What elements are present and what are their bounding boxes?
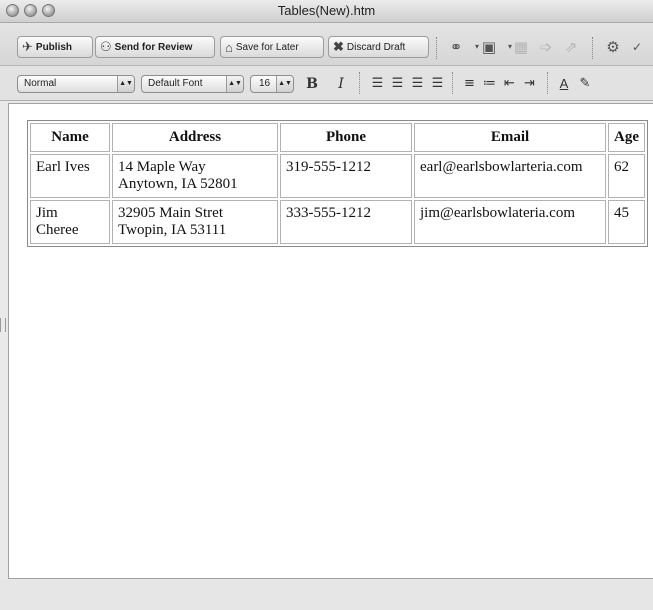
chevron-updown-icon: ▲▼ <box>276 76 293 92</box>
save-later-label: Save for Later <box>235 41 299 53</box>
header-address[interactable]: Address <box>112 123 278 152</box>
outdent-icon[interactable]: ⇤ <box>501 74 518 94</box>
arrow-right-icon[interactable]: ➩ <box>535 37 557 57</box>
discard-label: Discard Draft <box>346 41 406 53</box>
italic-button[interactable]: I <box>334 74 348 94</box>
address-line: Twopin, IA 53111 <box>118 222 227 238</box>
cell-address[interactable]: 32905 Main Stret Twopin, IA 53111 <box>112 200 278 244</box>
share-icon[interactable]: ⇗ <box>560 37 582 57</box>
cell-email[interactable]: jim@earlsbowlateria.com <box>414 200 606 244</box>
toolbar-separator <box>547 72 550 94</box>
chevron-updown-icon: ▲▼ <box>117 76 134 92</box>
font-color-button[interactable]: A <box>556 74 572 94</box>
cell-age[interactable]: 62 <box>608 154 645 198</box>
cell-phone[interactable]: 319-555-1212 <box>280 154 412 198</box>
toolbar-separator <box>452 72 455 94</box>
table-header-row: Name Address Phone Email Age <box>30 123 645 152</box>
cell-age[interactable]: 45 <box>608 200 645 244</box>
font-size-value: 16 <box>259 78 271 89</box>
window-title: Tables(New).htm <box>277 3 376 18</box>
send-review-label: Send for Review <box>114 41 193 53</box>
paragraph-style-value: Normal <box>24 78 57 89</box>
publish-label: Publish <box>35 41 73 53</box>
table-row: Earl Ives 14 Maple Way Anytown, IA 52801 … <box>30 154 645 198</box>
resize-grip[interactable] <box>0 318 6 332</box>
address-line: 14 Maple Way <box>118 159 206 175</box>
status-bar <box>0 580 653 610</box>
save-for-later-button[interactable]: ⌂ Save for Later <box>220 36 324 58</box>
header-email[interactable]: Email <box>414 123 606 152</box>
cell-name[interactable]: Jim Cheree <box>30 200 110 244</box>
address-line: 32905 Main Stret <box>118 205 223 221</box>
align-left-icon[interactable]: ☰ <box>369 74 386 94</box>
format-toolbar: Normal ▲▼ Default Font ▲▼ 16 ▲▼ B I ☰ ☰ … <box>0 66 653 101</box>
chevron-updown-icon: ▲▼ <box>226 76 243 92</box>
indent-icon[interactable]: ⇥ <box>521 74 538 94</box>
header-name[interactable]: Name <box>30 123 110 152</box>
document-editor[interactable]: Name Address Phone Email Age Earl Ives 1… <box>8 103 653 579</box>
send-for-review-button[interactable]: ⚇ Send for Review <box>95 36 215 58</box>
toolbar-separator <box>592 37 595 59</box>
data-table[interactable]: Name Address Phone Email Age Earl Ives 1… <box>27 120 648 247</box>
cell-name[interactable]: Earl Ives <box>30 154 110 198</box>
image-icon[interactable]: ▣ <box>478 37 500 57</box>
font-family-value: Default Font <box>148 78 203 89</box>
discard-icon: ✖ <box>333 39 344 54</box>
align-right-icon[interactable]: ☰ <box>409 74 426 94</box>
cell-phone[interactable]: 333-555-1212 <box>280 200 412 244</box>
save-later-icon: ⌂ <box>225 39 233 55</box>
table-icon[interactable]: ▦ <box>510 37 532 57</box>
header-phone[interactable]: Phone <box>280 123 412 152</box>
cell-email[interactable]: earl@earlsbowlarteria.com <box>414 154 606 198</box>
main-toolbar: ✈ Publish ⚇ Send for Review ⌂ Save for L… <box>0 23 653 66</box>
name-line: Jim <box>36 205 58 221</box>
font-size-select[interactable]: 16 ▲▼ <box>250 75 294 93</box>
toolbar-separator <box>436 37 439 59</box>
publish-icon: ✈ <box>22 39 33 54</box>
send-review-icon: ⚇ <box>100 39 112 54</box>
numbered-list-icon[interactable]: ≡ <box>461 74 478 94</box>
address-line: Anytown, IA 52801 <box>118 176 238 192</box>
align-justify-icon[interactable]: ☰ <box>429 74 446 94</box>
align-center-icon[interactable]: ☰ <box>389 74 406 94</box>
publish-button[interactable]: ✈ Publish <box>17 36 93 58</box>
cell-address[interactable]: 14 Maple Way Anytown, IA 52801 <box>112 154 278 198</box>
link-icon[interactable]: ⚭ <box>445 37 467 57</box>
toolbar-separator <box>359 72 362 94</box>
font-family-select[interactable]: Default Font ▲▼ <box>141 75 244 93</box>
bold-button[interactable]: B <box>305 74 319 94</box>
discard-draft-button[interactable]: ✖ Discard Draft <box>328 36 429 58</box>
paragraph-style-select[interactable]: Normal ▲▼ <box>17 75 135 93</box>
spell-check-icon[interactable]: ✓ <box>626 37 648 57</box>
gear-icon[interactable]: ⚙ <box>602 37 624 57</box>
title-bar: Tables(New).htm <box>0 0 653 23</box>
table-row: Jim Cheree 32905 Main Stret Twopin, IA 531… <box>30 200 645 244</box>
highlight-pen-icon[interactable]: ✎ <box>577 74 593 94</box>
name-line: Cheree <box>36 222 79 238</box>
bulleted-list-icon[interactable]: ≔ <box>481 74 498 94</box>
header-age[interactable]: Age <box>608 123 645 152</box>
